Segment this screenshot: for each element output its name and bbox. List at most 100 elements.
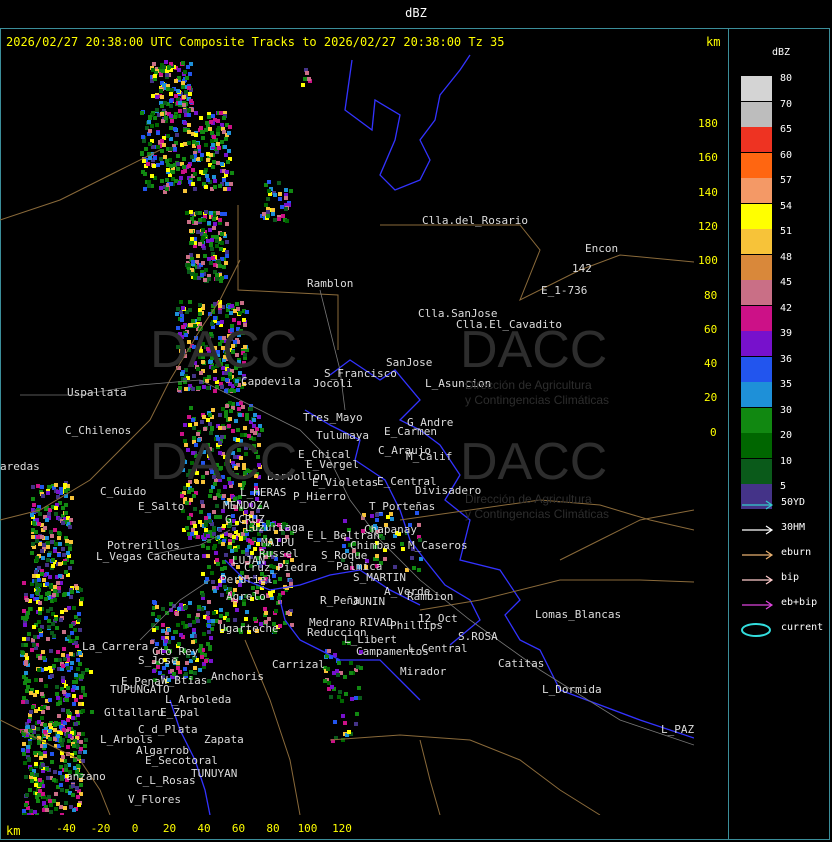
colorbar-cell [741,331,772,356]
place-label: Clla.del_Rosario [422,214,528,227]
place-label: Anchoris [211,670,264,683]
place-label: Phillips [390,619,443,632]
watermark-brand-2: DACC [460,321,608,379]
x-tick-label: 20 [162,822,177,835]
place-label: S_MARTIN [353,571,406,584]
product-header: 2026/02/27 20:38:00 UTC Composite Tracks… [6,35,505,49]
place-label: C_L_Rosas [136,774,196,787]
window-title: dBZ [405,6,427,20]
place-label: Cacheuta [147,550,200,563]
colorbar-cell [741,203,772,229]
place-label: E_Salto [138,500,185,513]
place-label: 142 [572,262,592,275]
colorbar-value: 20 [780,430,793,441]
y-tick-label: 0 [710,425,717,439]
legend-label: current [781,622,824,633]
colorbar-cell [741,127,772,152]
place-label: TUPUNGATO [110,683,170,696]
place-label: MENDOZA [223,499,270,512]
place-label: aredas [0,460,40,473]
y-tick-label: 180 [698,117,718,130]
watermark-subtitle-2: y Contingencias Climáticas [465,393,610,407]
colorbar-value: 42 [780,302,793,314]
x-tick-label: 40 [197,822,211,835]
legend-label: 50YD [781,497,806,508]
colorbar-value: 60 [780,149,793,161]
watermark-brand-1: DACC [150,321,298,379]
arrow-icon [742,575,774,585]
x-tick-label: -40 [56,822,76,835]
watermark-brand-3: DACC [150,433,298,491]
colorbar-cell [741,458,772,484]
place-label: anzano [66,770,106,783]
place-label: V_Flores [128,793,181,806]
place-label: TUNUYAN [191,767,238,780]
place-label: La_Carrera [82,640,149,653]
colorbar-value: 57 [780,175,793,186]
watermark-subtitle-4: y Contingencias Climáticas [465,507,610,521]
colorbar-value: 51 [780,226,793,237]
place-label: Luzuriaga [245,521,305,534]
colorbar-value: 36 [780,353,793,365]
place-label: Mirador [400,665,447,678]
place-label: Tulumaya [316,429,369,442]
place-label: P_Hierro [293,490,346,503]
colorbar-value: 48 [780,251,793,263]
y-tick-label: 20 [704,391,718,405]
place-label: T_Porteñas [369,500,436,513]
place-label: Ramblon [307,277,354,290]
place-label: Encon [585,242,619,255]
colorbar-value: 35 [780,379,793,390]
place-label: C_Guido [100,485,147,498]
colorbar-cell [741,76,772,101]
y-tick-label: 120 [698,219,718,233]
place-label: S_Jose [138,654,178,667]
place-label: M_Caseros [408,539,468,552]
colorbar-cell [741,101,772,127]
arrow-icon [742,500,774,510]
watermark-subtitle-1: Dirección de Agricultura [465,378,592,392]
place-label: E_Violetas [312,476,379,489]
place-label: Jocoli [313,377,353,390]
x-tick-label: 100 [297,822,318,835]
place-label: L_Arboleda [165,693,232,706]
colorbar-cell [741,178,772,203]
colorbar-value: 39 [780,328,793,339]
legend-label: eburn [781,547,812,558]
y-tick-label: 160 [698,151,718,165]
colorbar-cell [741,305,772,331]
y-axis-unit: km [706,35,721,49]
place-label: L_Dormida [542,683,602,696]
legend-swatch [740,522,776,536]
place-label: Gltallaru [104,706,164,719]
colorbar-cell [741,433,772,458]
place-label: M_Calif [406,450,453,463]
legend-label: eb+bip [781,597,818,608]
x-tick-label: 60 [231,822,246,835]
y-tick-label: 40 [704,357,718,371]
y-tick-label: 60 [704,322,718,336]
x-axis-unit: km [6,824,21,838]
place-label: Lomas_Blancas [535,608,622,621]
colorbar-value: 70 [780,98,793,110]
place-label: E_1-736 [541,284,588,297]
place-label: Campamentos [356,645,429,658]
colorbar-value: 45 [780,277,793,288]
arrow-icon [742,550,774,560]
legend-swatch [740,547,776,561]
place-label: Tres_Mayo [303,411,363,424]
current-ellipse-icon [741,623,771,637]
colorbar-cell [741,229,772,254]
arrow-icon [742,600,774,610]
place-label: L_Vegas [96,550,143,563]
place-label: C_Chilenos [65,424,132,437]
colorbar-cell [741,382,772,407]
colorbar-cell [741,356,772,382]
place-label: Carrizal [272,658,325,671]
colorbar-value: 5 [780,481,787,492]
legend-swatch [740,597,776,611]
legend-swatch [740,622,776,637]
y-tick-label: 140 [698,185,718,199]
colorbar-cell [741,280,772,305]
colorbar-value: 54 [780,200,793,212]
